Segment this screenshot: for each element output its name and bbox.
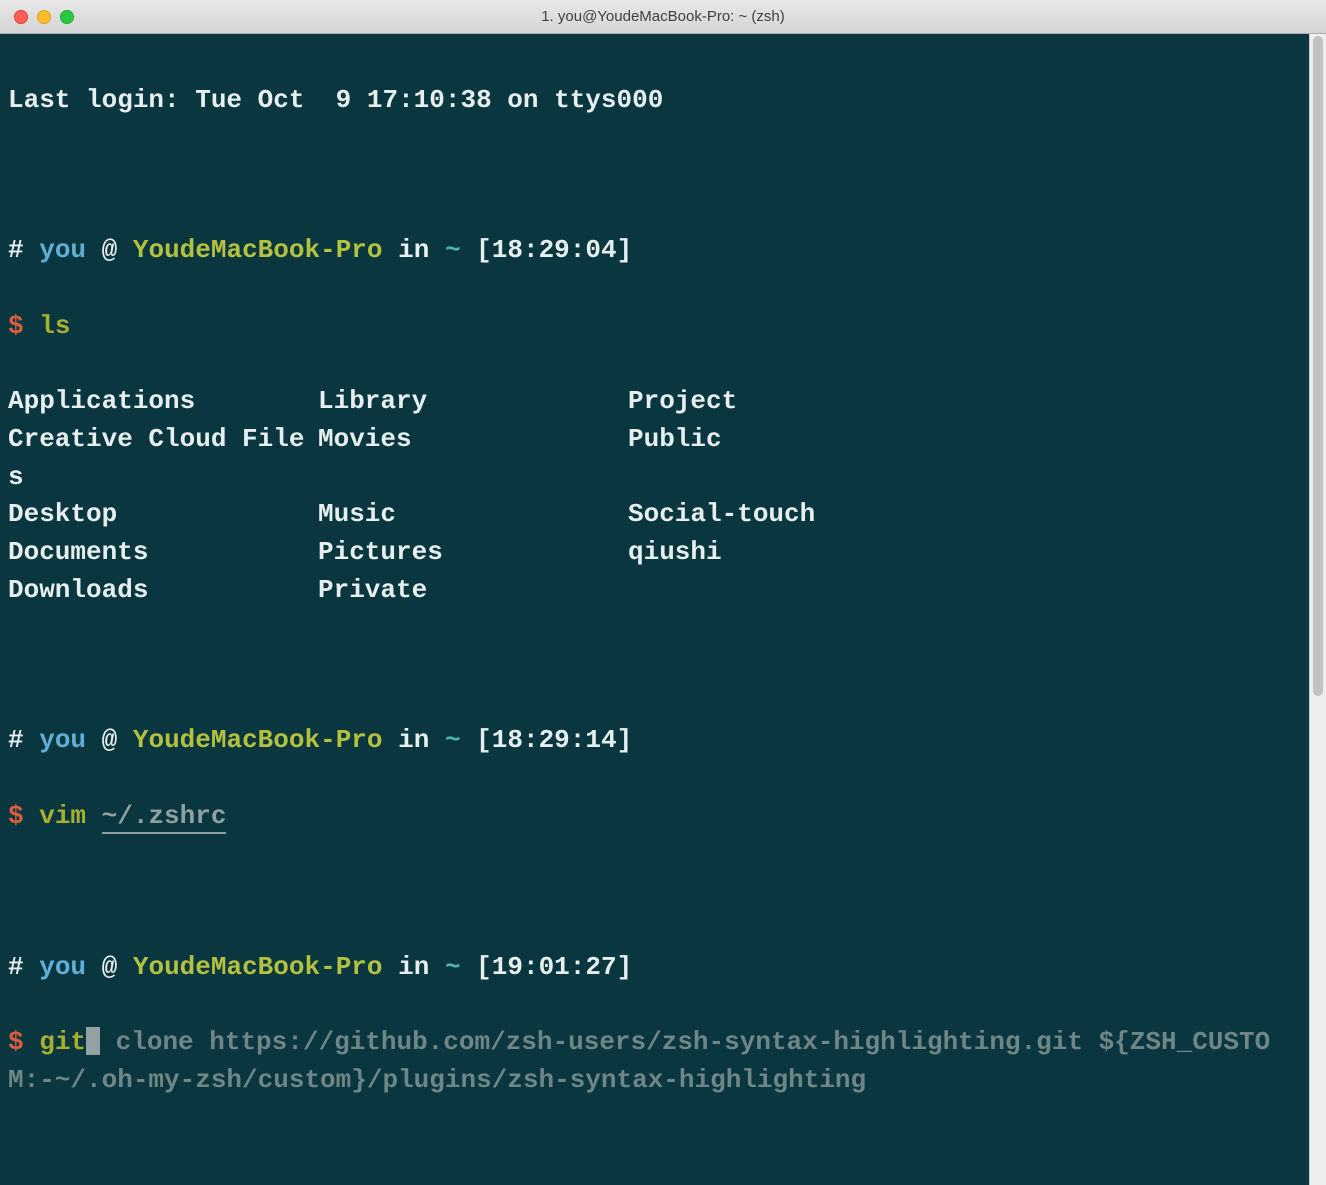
prompt-time: [18:29:14]: [476, 725, 632, 755]
blank-line: [8, 157, 1301, 195]
motd-line: Last login: Tue Oct 9 17:10:38 on ttys00…: [8, 82, 1301, 120]
dollar-symbol: $: [8, 801, 24, 831]
blank-line: [8, 647, 1301, 685]
cursor: [86, 1027, 100, 1055]
command-line-3[interactable]: $ git clone https://github.com/zsh-users…: [8, 1024, 1301, 1099]
ls-output: ApplicationsLibraryProject Creative Clou…: [8, 383, 1301, 609]
list-item: Documents: [8, 534, 318, 572]
prompt-host: YoudeMacBook-Pro: [133, 952, 383, 982]
list-item: Creative Cloud Files: [8, 421, 318, 496]
prompt-user: you: [39, 725, 86, 755]
prompt-path: ~: [445, 725, 461, 755]
prompt-line-1: # you @ YoudeMacBook-Pro in ~ [18:29:04]: [8, 232, 1301, 270]
window-title: 1. you@YoudeMacBook-Pro: ~ (zsh): [0, 8, 1326, 25]
maximize-button[interactable]: [60, 10, 74, 24]
scrollbar-thumb[interactable]: [1313, 36, 1323, 696]
dollar-symbol: $: [8, 311, 24, 341]
prompt-time: [18:29:04]: [476, 235, 632, 265]
prompt-line-2: # you @ YoudeMacBook-Pro in ~ [18:29:14]: [8, 722, 1301, 760]
minimize-button[interactable]: [37, 10, 51, 24]
titlebar[interactable]: 1. you@YoudeMacBook-Pro: ~ (zsh): [0, 0, 1326, 34]
list-item: Music: [318, 496, 628, 534]
list-item: Desktop: [8, 496, 318, 534]
hash-symbol: #: [8, 235, 24, 265]
list-item: Public: [628, 421, 1301, 496]
prompt-path: ~: [445, 952, 461, 982]
list-item: Project: [628, 383, 1301, 421]
typed-command: git: [39, 1027, 86, 1057]
command-line-1: $ ls: [8, 308, 1301, 346]
command-arg: ~/.zshrc: [102, 801, 227, 834]
blank-line: [8, 873, 1301, 911]
command-text: vim: [39, 801, 86, 831]
list-item: Downloads: [8, 572, 318, 610]
list-item: Pictures: [318, 534, 628, 572]
command-line-2: $ vim ~/.zshrc: [8, 798, 1301, 836]
list-item: qiushi: [628, 534, 1301, 572]
scrollbar[interactable]: [1309, 34, 1326, 1185]
hash-symbol: #: [8, 725, 24, 755]
terminal-wrap: Last login: Tue Oct 9 17:10:38 on ttys00…: [0, 34, 1326, 1185]
at-symbol: @: [102, 235, 118, 265]
terminal-content[interactable]: Last login: Tue Oct 9 17:10:38 on ttys00…: [0, 34, 1309, 1185]
command-text: ls: [39, 311, 70, 341]
close-button[interactable]: [14, 10, 28, 24]
at-symbol: @: [102, 725, 118, 755]
list-item: Applications: [8, 383, 318, 421]
list-item: Private: [318, 572, 628, 610]
dollar-symbol: $: [8, 1027, 24, 1057]
terminal-window: 1. you@YoudeMacBook-Pro: ~ (zsh) Last lo…: [0, 0, 1326, 1052]
at-symbol: @: [102, 952, 118, 982]
list-item: Social-touch: [628, 496, 1301, 534]
prompt-path: ~: [445, 235, 461, 265]
prompt-host: YoudeMacBook-Pro: [133, 235, 383, 265]
traffic-lights: [0, 10, 74, 24]
prompt-line-3: # you @ YoudeMacBook-Pro in ~ [19:01:27]: [8, 949, 1301, 987]
list-item: [628, 572, 1301, 610]
list-item: Movies: [318, 421, 628, 496]
in-word: in: [398, 235, 429, 265]
prompt-user: you: [39, 235, 86, 265]
in-word: in: [398, 952, 429, 982]
hash-symbol: #: [8, 952, 24, 982]
in-word: in: [398, 725, 429, 755]
autosuggestion: clone https://github.com/zsh-users/zsh-s…: [8, 1027, 1270, 1095]
prompt-time: [19:01:27]: [476, 952, 632, 982]
list-item: Library: [318, 383, 628, 421]
prompt-host: YoudeMacBook-Pro: [133, 725, 383, 755]
prompt-user: you: [39, 952, 86, 982]
